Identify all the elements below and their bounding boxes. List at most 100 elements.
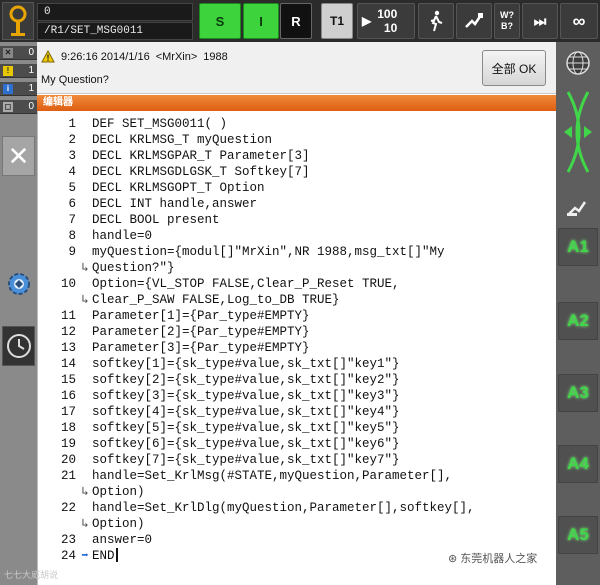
- warning-icon: [41, 50, 55, 63]
- acknowledge-all-button[interactable]: 全部 OK: [482, 50, 546, 86]
- code-line[interactable]: 21 handle=Set_KrlMsg(#STATE,myQuestion,Pa…: [38, 468, 452, 484]
- ok-counter[interactable]: ◻ 0: [0, 100, 37, 114]
- info-counter[interactable]: i 1: [0, 82, 37, 96]
- code-line-wrap[interactable]: ↳ Option): [38, 516, 145, 532]
- line-marker: [78, 468, 92, 484]
- code-line[interactable]: 22 handle=Set_KrlDlg(myQuestion,Parameter…: [38, 500, 475, 516]
- code-line[interactable]: 13 Parameter[3]={Par_type#EMPTY}: [38, 340, 310, 356]
- code-line[interactable]: 23 answer=0: [38, 532, 152, 548]
- line-number: 12: [60, 325, 76, 339]
- line-number: 15: [60, 373, 76, 387]
- code-text: handle=Set_KrlMsg(#STATE,myQuestion,Para…: [92, 469, 453, 483]
- code-line-wrap[interactable]: ↳ Option): [38, 484, 144, 500]
- code-line[interactable]: 6 DECL INT handle,answer: [38, 196, 257, 212]
- close-x-icon: ✕: [3, 47, 13, 58]
- warning-counter[interactable]: ! 1: [0, 64, 37, 78]
- axis-key-a5[interactable]: A5: [558, 516, 598, 554]
- code-line[interactable]: 5 DECL KRLMSGOPT_T Option: [38, 180, 264, 196]
- axis-key-a3[interactable]: A3: [558, 374, 598, 412]
- code-line[interactable]: 8 handle=0: [38, 228, 152, 244]
- code-text: DEF SET_MSG0011( ): [92, 117, 228, 131]
- line-marker: [78, 132, 92, 148]
- top-status-bar: 0 /R1/SET_MSG0011 S I R T1 ▶ 100 10 W? B…: [0, 0, 600, 42]
- jog-arrow-icon[interactable]: [560, 86, 596, 178]
- step-mode-icon[interactable]: ⏭: [522, 3, 558, 39]
- code-line[interactable]: 16 softkey[3]={sk_type#value,sk_txt[]"key…: [38, 388, 400, 404]
- line-number: 18: [60, 421, 76, 435]
- line-number: 7: [68, 213, 76, 227]
- code-line-wrap[interactable]: ↳ Clear_P_SAW FALSE,Log_to_DB TRUE}: [38, 292, 339, 308]
- code-line[interactable]: 15 softkey[2]={sk_type#value,sk_txt[]"key…: [38, 372, 400, 388]
- base-status-label: B?: [501, 21, 513, 31]
- line-number: 2: [68, 133, 76, 147]
- code-text: Question?"}: [92, 261, 175, 275]
- error-counter[interactable]: ✕ 0: [0, 46, 37, 60]
- program-run-mode-button[interactable]: ∞: [560, 3, 598, 39]
- jog-increment: 10: [383, 21, 398, 35]
- line-marker: [78, 180, 92, 196]
- globe-icon[interactable]: [565, 50, 591, 76]
- code-line[interactable]: 11 Parameter[1]={Par_type#EMPTY}: [38, 308, 310, 324]
- message-sender: <MrXin>: [155, 50, 198, 63]
- code-line[interactable]: 10 Option={VL_STOP FALSE,Clear_P_Reset TR…: [38, 276, 400, 292]
- axis-key-a2[interactable]: A2: [558, 302, 598, 340]
- code-line[interactable]: 17 softkey[4]={sk_type#value,sk_txt[]"key…: [38, 404, 400, 420]
- code-line[interactable]: 14 softkey[1]={sk_type#value,sk_txt[]"key…: [38, 356, 400, 372]
- settings-button[interactable]: [2, 264, 35, 304]
- drives-on-button[interactable]: I: [243, 3, 279, 39]
- code-line[interactable]: 7 DECL BOOL present: [38, 212, 219, 228]
- code-line[interactable]: 19 softkey[6]={sk_type#value,sk_txt[]"key…: [38, 436, 400, 452]
- robot-arm-icon[interactable]: [565, 196, 591, 218]
- watermark-bottom-left: 七七大威胡说: [4, 570, 59, 580]
- code-text: DECL KRLMSGDLGSK_T Softkey[7]: [92, 165, 310, 179]
- line-number: [38, 516, 78, 532]
- line-number: 23: [60, 533, 76, 547]
- message-count-display: 0: [37, 3, 193, 21]
- line-number: [38, 484, 78, 500]
- line-number: 14: [60, 357, 76, 371]
- override-button[interactable]: ▶ 100 10: [357, 3, 415, 39]
- override-speed: 100: [377, 7, 398, 21]
- code-line[interactable]: 2 DECL KRLMSG_T myQuestion: [38, 132, 272, 148]
- line-number: 11: [60, 309, 76, 323]
- line-number: 21: [60, 469, 76, 483]
- code-line-wrap[interactable]: ↳ Question?"}: [38, 260, 175, 276]
- code-text: DECL INT handle,answer: [92, 197, 258, 211]
- program-path-display[interactable]: /R1/SET_MSG0011: [37, 22, 193, 40]
- line-marker: [78, 148, 92, 164]
- axis-key-a4[interactable]: A4: [558, 445, 598, 483]
- timer-button[interactable]: [2, 326, 35, 366]
- code-line[interactable]: 20 softkey[7]={sk_type#value,sk_txt[]"key…: [38, 452, 400, 468]
- current-line-arrow-icon: ➡: [81, 549, 89, 563]
- submit-interpreter-button[interactable]: S: [199, 3, 241, 39]
- walking-person-icon[interactable]: [418, 3, 454, 39]
- line-marker: [78, 276, 92, 292]
- wrap-arrow-icon: ↳: [81, 261, 89, 275]
- code-line[interactable]: 4 DECL KRLMSGDLGSK_T Softkey[7]: [38, 164, 310, 180]
- line-number: [38, 292, 78, 308]
- kuka-logo-icon[interactable]: [2, 2, 34, 40]
- code-line[interactable]: 9 myQuestion={modul[]"MrXin",NR 1988,msg_…: [38, 244, 444, 260]
- tool-icon[interactable]: [456, 3, 492, 39]
- line-number: 10: [60, 277, 76, 291]
- line-marker: [78, 324, 92, 340]
- code-text: softkey[6]={sk_type#value,sk_txt[]"key6"…: [92, 437, 400, 451]
- robot-interpreter-button[interactable]: R: [280, 3, 312, 39]
- line-number: 16: [60, 389, 76, 403]
- code-line[interactable]: 18 softkey[5]={sk_type#value,sk_txt[]"key…: [38, 420, 400, 436]
- play-icon: ▶: [362, 14, 372, 28]
- close-icon: ✕: [7, 140, 30, 171]
- code-text: Option): [92, 517, 145, 531]
- text-cursor: [115, 548, 118, 562]
- code-text: handle=0: [92, 229, 153, 243]
- code-line[interactable]: 12 Parameter[2]={Par_type#EMPTY}: [38, 324, 310, 340]
- base-tool-status[interactable]: W? B?: [494, 3, 520, 39]
- axis-key-a1[interactable]: A1: [558, 228, 598, 266]
- close-message-button[interactable]: ✕: [2, 136, 35, 176]
- line-number: 17: [60, 405, 76, 419]
- operating-mode-button[interactable]: T1: [321, 3, 353, 39]
- code-editor[interactable]: 1 DEF SET_MSG0011( ) 2 DECL KRLMSG_T myQues…: [37, 111, 556, 585]
- code-line[interactable]: 24 ➡ END: [38, 548, 118, 564]
- code-line[interactable]: 1 DEF SET_MSG0011( ): [38, 116, 227, 132]
- code-line[interactable]: 3 DECL KRLMSGPAR_T Parameter[3]: [38, 148, 309, 164]
